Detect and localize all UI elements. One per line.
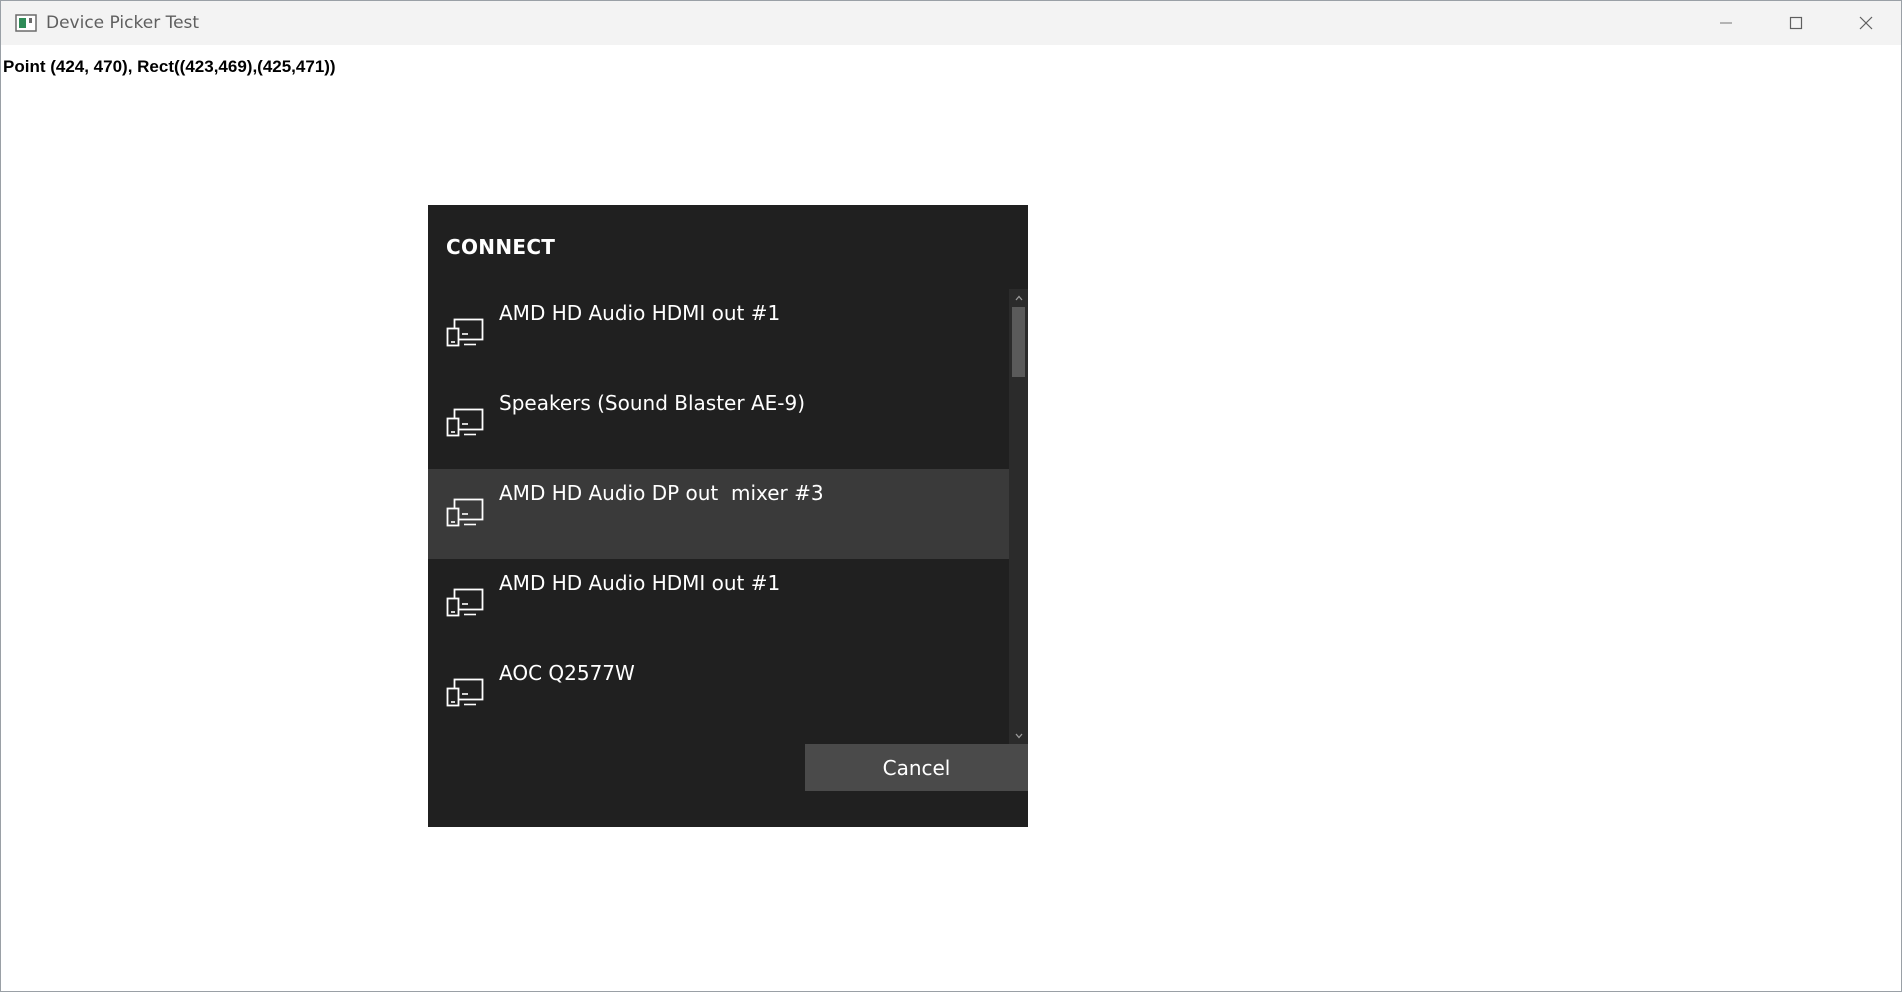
device-label: AMD HD Audio HDMI out #1 — [499, 301, 781, 325]
device-list-item[interactable]: AMD HD Audio HDMI out #1 — [428, 289, 1009, 379]
maximize-icon — [1789, 16, 1803, 30]
scroll-up-button[interactable] — [1009, 291, 1028, 305]
device-label: AMD HD Audio HDMI out #1 — [499, 571, 781, 595]
maximize-button[interactable] — [1761, 1, 1831, 45]
scroll-thumb[interactable] — [1012, 307, 1025, 377]
device-icon — [446, 678, 484, 707]
picker-title: CONNECT — [446, 235, 556, 259]
minimize-icon — [1720, 22, 1732, 24]
chevron-down-icon — [1015, 733, 1022, 739]
scroll-down-button[interactable] — [1009, 729, 1028, 743]
device-icon — [446, 498, 484, 527]
device-label: AMD HD Audio DP out mixer #3 — [499, 481, 824, 505]
close-button[interactable] — [1831, 1, 1901, 45]
minimize-button[interactable] — [1691, 1, 1761, 45]
device-list-item[interactable]: Speakers (Sound Blaster AE-9) — [428, 379, 1009, 469]
window-title: Device Picker Test — [46, 13, 200, 33]
app-window-icon — [15, 14, 37, 32]
coordinates-readout: Point (424, 470), Rect((423,469),(425,47… — [3, 57, 336, 76]
app-window: Device Picker Test Point (424, 470), Rec… — [0, 0, 1902, 992]
device-label: Speakers (Sound Blaster AE-9) — [499, 391, 806, 415]
close-icon — [1859, 16, 1873, 30]
title-bar[interactable]: Device Picker Test — [1, 1, 1901, 45]
device-icon — [446, 408, 484, 437]
chevron-up-icon — [1015, 295, 1022, 301]
caption-buttons — [1691, 1, 1901, 45]
cancel-button[interactable]: Cancel — [805, 744, 1028, 791]
device-list-item-hovered[interactable]: AMD HD Audio DP out mixer #3 — [428, 469, 1028, 559]
device-list-scrollbar[interactable] — [1009, 289, 1028, 745]
device-icon — [446, 318, 484, 347]
device-list-item[interactable]: AMD HD Audio HDMI out #1 — [428, 559, 1009, 649]
device-list-item[interactable]: AOC Q2577W — [428, 649, 1009, 739]
device-label: AOC Q2577W — [499, 661, 635, 685]
device-picker-flyout: CONNECT AMD HD Audio HDMI out #1 Speaker… — [428, 205, 1028, 827]
device-icon — [446, 588, 484, 617]
device-list: AMD HD Audio HDMI out #1 Speakers (Sound… — [428, 289, 1028, 739]
